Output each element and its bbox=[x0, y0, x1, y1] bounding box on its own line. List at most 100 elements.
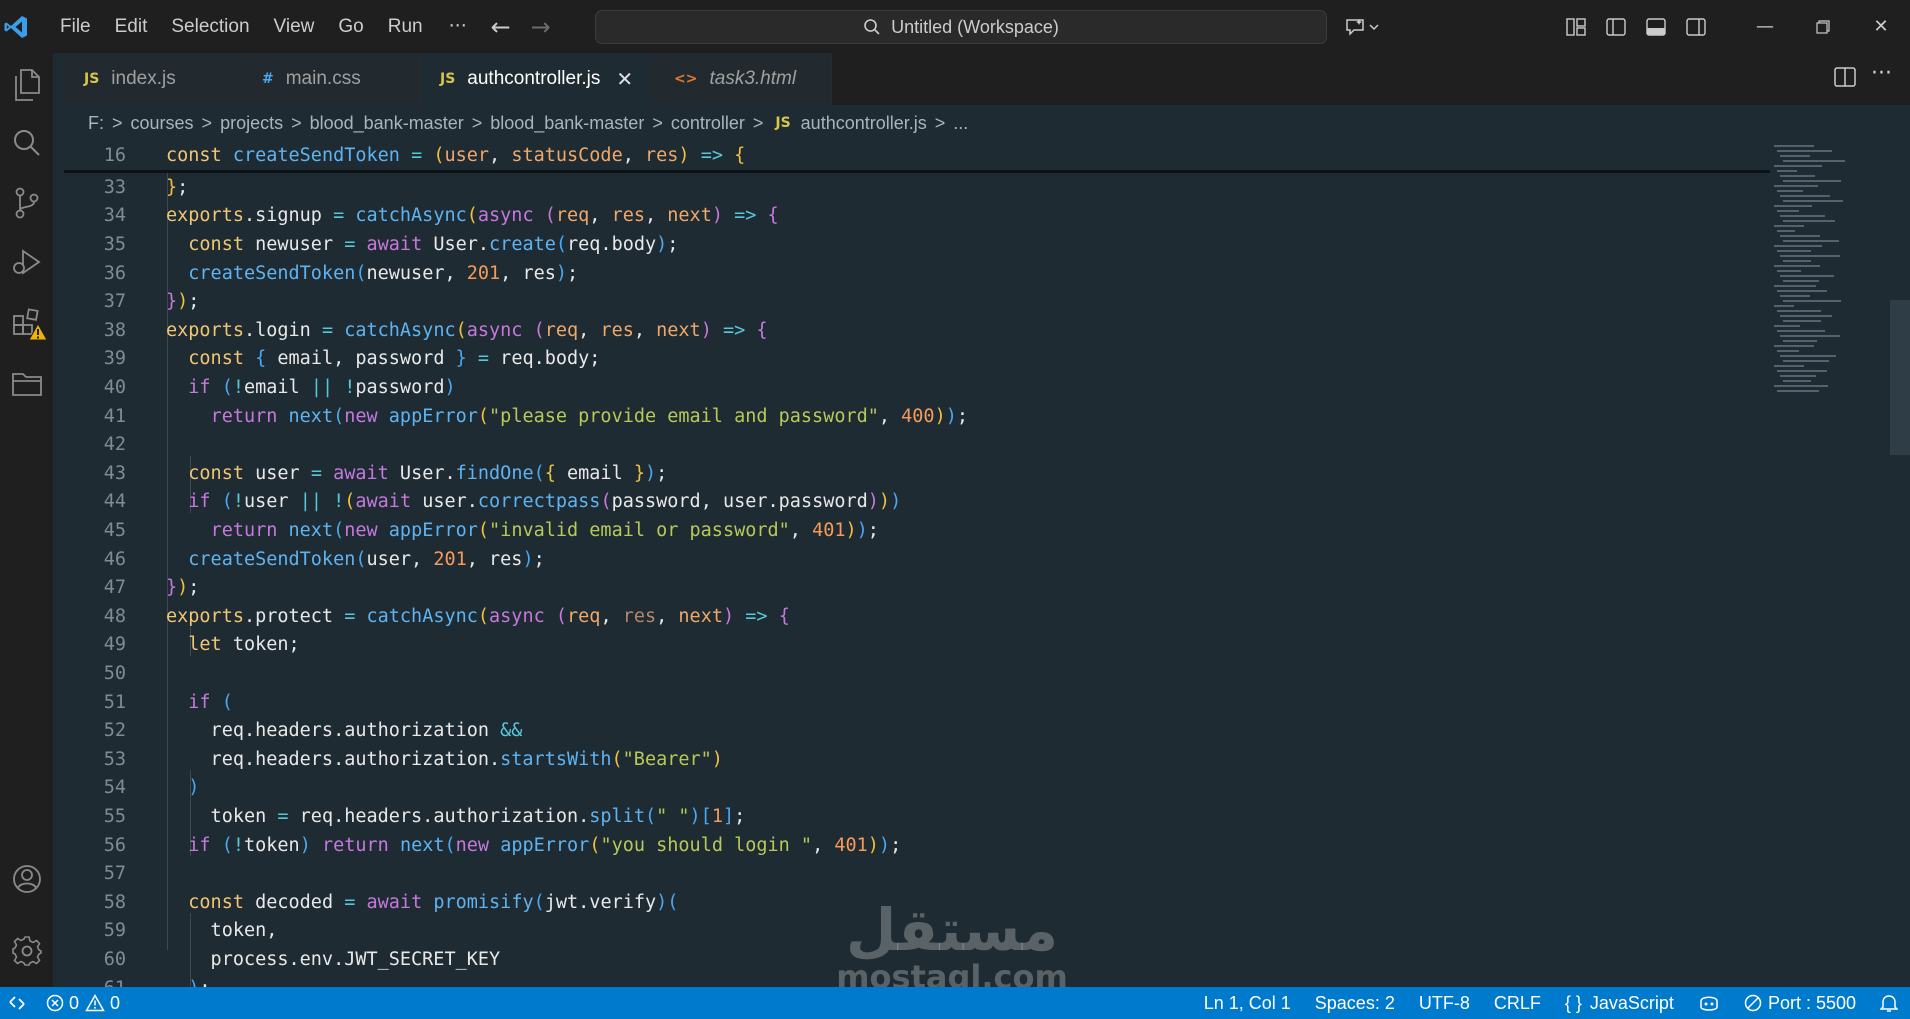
tab-label: index.js bbox=[111, 68, 176, 89]
menu-more-icon[interactable]: ··· bbox=[435, 0, 481, 53]
tab-authcontroller-js[interactable]: JS authcontroller.js ✕ bbox=[420, 53, 654, 105]
close-window-icon[interactable]: ✕ bbox=[1852, 0, 1910, 53]
indentation[interactable]: Spaces: 2 bbox=[1303, 987, 1407, 1019]
menu-bar: File Edit Selection View Go Run ··· bbox=[48, 0, 481, 53]
tab-task3-html[interactable]: <> task3.html bbox=[654, 53, 832, 105]
end-of-line[interactable]: CRLF bbox=[1482, 987, 1553, 1019]
minimap-line bbox=[1777, 190, 1803, 192]
code-line[interactable]: 38 exports.login = catchAsync(async (req… bbox=[64, 316, 1764, 345]
code-line[interactable]: 49 let token; bbox=[64, 631, 1764, 660]
minimize-icon[interactable]: — bbox=[1736, 0, 1794, 53]
watermark-arabic: مستقل bbox=[845, 896, 1059, 964]
code-line[interactable]: 55 token = req.headers.authorization.spl… bbox=[64, 802, 1764, 831]
code-line[interactable]: 37 }); bbox=[64, 287, 1764, 316]
settings-gear-icon[interactable] bbox=[0, 921, 53, 981]
code-line[interactable]: 44 if (!user || !(await user.correctpass… bbox=[64, 488, 1764, 517]
minimap-line bbox=[1783, 200, 1843, 202]
code-line[interactable]: 56 if (!token) return next(new appError(… bbox=[64, 831, 1764, 860]
breadcrumb-item[interactable]: ... bbox=[953, 113, 968, 134]
menu-edit[interactable]: Edit bbox=[103, 0, 160, 53]
menu-selection[interactable]: Selection bbox=[159, 0, 261, 53]
live-server-port[interactable]: Port : 5500 bbox=[1732, 987, 1868, 1019]
menu-go[interactable]: Go bbox=[326, 0, 375, 53]
code-text: ) bbox=[188, 777, 200, 799]
split-editor-icon[interactable] bbox=[1834, 67, 1856, 91]
code-line[interactable]: 40 if (!email || !password) bbox=[64, 373, 1764, 402]
code-line[interactable]: 54 ) bbox=[64, 774, 1764, 803]
breadcrumb-item[interactable]: blood_bank-master bbox=[490, 113, 644, 134]
toggle-panel-icon[interactable] bbox=[1636, 0, 1676, 53]
more-actions-icon[interactable]: ··· bbox=[1871, 61, 1892, 86]
code-line[interactable]: 41 return next(new appError("please prov… bbox=[64, 402, 1764, 431]
code-line[interactable]: 35 const newuser = await User.create(req… bbox=[64, 230, 1764, 259]
code-line[interactable]: 33 }; bbox=[64, 173, 1764, 202]
breadcrumb-item[interactable]: F: bbox=[88, 113, 104, 134]
code-line[interactable]: 57 bbox=[64, 859, 1764, 888]
minimap-line bbox=[1774, 165, 1822, 167]
code-line[interactable]: 16 const createSendToken = (user, status… bbox=[64, 141, 1764, 170]
language-mode[interactable]: { } JavaScript bbox=[1553, 987, 1686, 1019]
code-line[interactable]: 46 createSendToken(user, 201, res); bbox=[64, 545, 1764, 574]
breadcrumb-item[interactable]: projects bbox=[220, 113, 283, 134]
code-line[interactable]: 34 exports.signup = catchAsync(async (re… bbox=[64, 202, 1764, 231]
remote-window-icon[interactable] bbox=[0, 987, 34, 1019]
explorer-icon[interactable] bbox=[0, 55, 53, 115]
menu-view[interactable]: View bbox=[262, 0, 327, 53]
problems-indicator[interactable]: 0 0 bbox=[34, 987, 132, 1019]
file-encoding[interactable]: UTF-8 bbox=[1407, 987, 1482, 1019]
toggle-secondary-sidebar-icon[interactable] bbox=[1676, 0, 1716, 53]
back-arrow-icon[interactable]: ← bbox=[481, 13, 521, 41]
accounts-icon[interactable] bbox=[0, 849, 53, 909]
tab-index-js[interactable]: JS index.js bbox=[64, 53, 242, 105]
close-tab-icon[interactable]: ✕ bbox=[616, 67, 633, 92]
remote-explorer-icon[interactable] bbox=[0, 353, 53, 413]
toggle-primary-sidebar-icon[interactable] bbox=[1596, 0, 1636, 53]
code-line[interactable]: 39 const { email, password } = req.body; bbox=[64, 345, 1764, 374]
command-center-search[interactable]: Untitled (Workspace) bbox=[595, 10, 1327, 44]
code-line[interactable]: 45 return next(new appError("invalid ema… bbox=[64, 516, 1764, 545]
breadcrumb-item[interactable]: authcontroller.js bbox=[801, 113, 927, 134]
code-line[interactable]: 36 createSendToken(newuser, 201, res); bbox=[64, 259, 1764, 288]
restore-icon[interactable] bbox=[1794, 0, 1852, 53]
customize-layout-icon[interactable] bbox=[1556, 0, 1596, 53]
breadcrumb-item[interactable]: blood_bank-master bbox=[310, 113, 464, 134]
code-line[interactable]: 43 const user = await User.findOne({ ema… bbox=[64, 459, 1764, 488]
run-debug-icon[interactable] bbox=[0, 233, 53, 293]
copilot-status-icon[interactable] bbox=[1686, 987, 1732, 1019]
js-file-icon: JS bbox=[440, 71, 456, 87]
code-text: }); bbox=[166, 291, 200, 313]
menu-file[interactable]: File bbox=[48, 0, 103, 53]
source-control-icon[interactable] bbox=[0, 173, 53, 233]
code-line[interactable]: 42 bbox=[64, 430, 1764, 459]
line-number: 36 bbox=[103, 262, 126, 284]
search-sidebar-icon[interactable] bbox=[0, 113, 53, 173]
line-number: 50 bbox=[103, 662, 126, 684]
code-line[interactable]: 50 bbox=[64, 659, 1764, 688]
minimap-line bbox=[1783, 380, 1811, 382]
menu-run[interactable]: Run bbox=[376, 0, 435, 53]
copilot-chat-icon[interactable] bbox=[1342, 0, 1382, 53]
minimap[interactable] bbox=[1774, 141, 1845, 411]
tab-main-css[interactable]: # main.css bbox=[242, 53, 420, 105]
chevron-right-icon: > bbox=[752, 112, 764, 133]
code-text: const { email, password } = req.body; bbox=[188, 348, 601, 370]
warning-count: 0 bbox=[110, 992, 121, 1013]
code-line[interactable]: 51 if ( bbox=[64, 688, 1764, 717]
breadcrumb-item[interactable]: controller bbox=[671, 113, 745, 134]
code-editor[interactable]: 16 const createSendToken = (user, status… bbox=[64, 141, 1910, 987]
forward-arrow-icon[interactable]: → bbox=[521, 13, 561, 41]
code-line[interactable]: 47 }); bbox=[64, 573, 1764, 602]
code-line[interactable]: 53 req.headers.authorization.startsWith(… bbox=[64, 745, 1764, 774]
notifications-bell-icon[interactable] bbox=[1868, 987, 1910, 1019]
extensions-icon[interactable] bbox=[0, 293, 53, 353]
vscode-logo-icon bbox=[0, 11, 32, 43]
minimap-line bbox=[1777, 250, 1811, 252]
cursor-position[interactable]: Ln 1, Col 1 bbox=[1192, 987, 1303, 1019]
code-line[interactable]: 52 req.headers.authorization && bbox=[64, 716, 1764, 745]
minimap-line bbox=[1780, 255, 1840, 257]
code-line[interactable]: 48 exports.protect = catchAsync(async (r… bbox=[64, 602, 1764, 631]
breadcrumb-item[interactable]: courses bbox=[131, 113, 194, 134]
code-text: req.headers.authorization && bbox=[166, 720, 523, 742]
vertical-scrollbar[interactable] bbox=[1890, 300, 1910, 455]
minimap-line bbox=[1783, 180, 1841, 182]
